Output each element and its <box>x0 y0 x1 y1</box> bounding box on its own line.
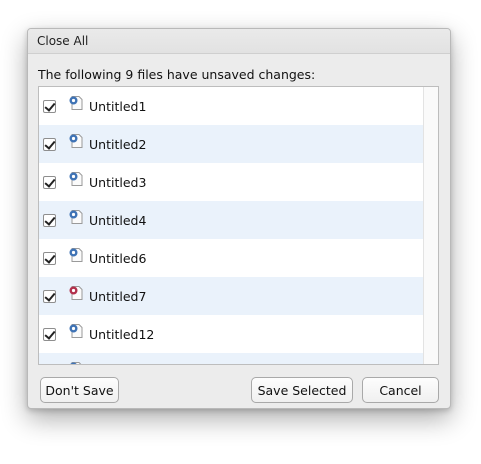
file-row[interactable] <box>39 353 425 364</box>
file-row[interactable]: Untitled1 <box>39 87 425 125</box>
file-row[interactable]: Untitled2 <box>39 125 425 163</box>
unsaved-files-list[interactable]: Untitled1 Untitled2 Untitled3 Untitled4 Unti… <box>38 86 439 365</box>
r-script-icon <box>69 134 83 148</box>
file-checkbox[interactable] <box>43 175 56 189</box>
r-script-icon <box>69 248 83 262</box>
r-script-icon <box>69 96 83 110</box>
file-name: Untitled2 <box>89 136 147 152</box>
file-name: Untitled1 <box>89 98 147 114</box>
file-name: Untitled12 <box>89 326 155 342</box>
file-checkbox[interactable] <box>43 137 56 151</box>
file-name: Untitled3 <box>89 174 147 190</box>
file-row[interactable]: Untitled4 <box>39 201 425 239</box>
file-name: Untitled6 <box>89 250 147 266</box>
r-script-icon <box>70 362 82 364</box>
cancel-button[interactable]: Cancel <box>362 377 439 403</box>
file-checkbox[interactable] <box>43 289 56 303</box>
file-row[interactable]: Untitled6 <box>39 239 425 277</box>
unsaved-changes-message: The following 9 files have unsaved chang… <box>38 67 316 82</box>
file-checkbox[interactable] <box>43 251 56 265</box>
file-checkbox[interactable] <box>43 327 56 341</box>
list-scrollbar[interactable] <box>423 87 438 364</box>
file-rows: Untitled1 Untitled2 Untitled3 Untitled4 Unti… <box>39 87 425 364</box>
close-all-dialog: Close All The following 9 files have uns… <box>27 28 451 409</box>
r-markdown-icon <box>69 286 83 300</box>
r-script-icon <box>69 172 83 186</box>
dont-save-button[interactable]: Don't Save <box>40 377 119 403</box>
save-selected-button[interactable]: Save Selected <box>251 377 353 403</box>
r-script-icon <box>69 210 83 224</box>
file-checkbox[interactable] <box>43 99 56 113</box>
file-row[interactable]: Untitled3 <box>39 163 425 201</box>
file-name: Untitled4 <box>89 212 147 228</box>
file-row[interactable]: Untitled12 <box>39 315 425 353</box>
file-name: Untitled7 <box>89 288 147 304</box>
file-row[interactable]: Untitled7 <box>39 277 425 315</box>
r-script-icon <box>69 324 83 338</box>
dialog-title: Close All <box>28 29 450 54</box>
file-checkbox[interactable] <box>43 213 56 227</box>
